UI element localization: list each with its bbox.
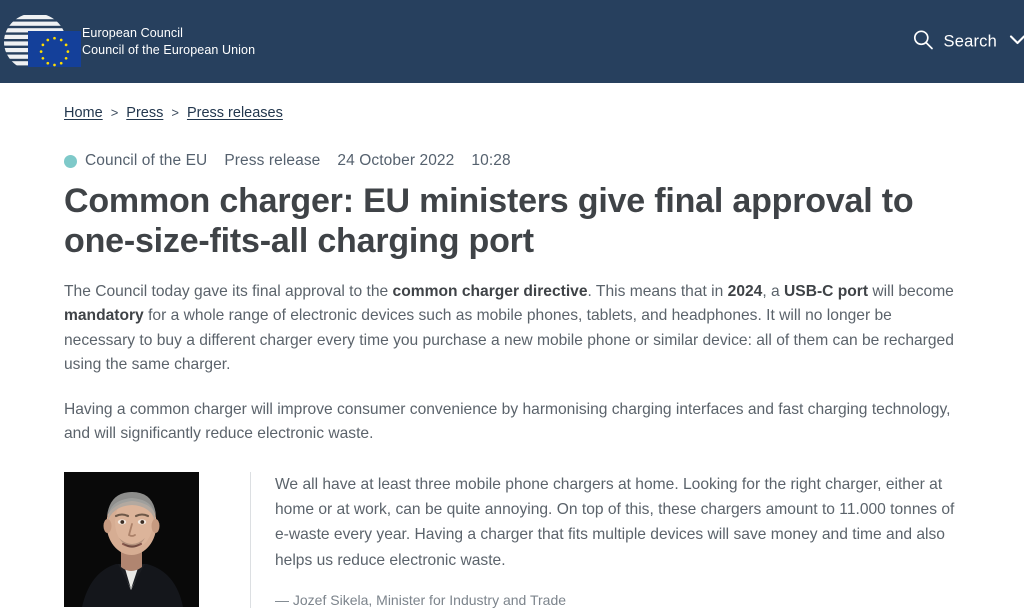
quote-content: We all have at least three mobile phone … [250, 471, 960, 608]
article-paragraph-2: Having a common charger will improve con… [64, 401, 951, 443]
article-meta: Council of the EU Press release 24 Octob… [64, 152, 960, 170]
meta-time: 10:28 [471, 152, 511, 169]
emphasis-text: 2024 [727, 282, 763, 300]
page-content: Home > Press > Press releases Council of… [0, 83, 1024, 608]
article-paragraph-1: The Council today gave its final approva… [64, 282, 954, 373]
search-icon [912, 28, 934, 55]
brand-line-2: Council of the European Union [82, 42, 256, 57]
quote-attribution: — Jozef Sikela, Minister for Industry an… [275, 591, 567, 608]
search-label: Search [943, 32, 997, 50]
category-dot-icon [64, 154, 77, 168]
portrait-image [64, 471, 199, 607]
meta-date: 24 October 2022 [337, 152, 455, 169]
breadcrumb-separator: > [171, 105, 179, 120]
council-europa-building-logo [2, 6, 81, 78]
breadcrumb-item-home[interactable]: Home [64, 105, 103, 121]
emphasis-text: common charger directive [392, 282, 588, 300]
breadcrumb-item-press[interactable]: Press [126, 105, 163, 121]
quote-text: We all have at least three mobile phone … [275, 475, 955, 569]
brand-line-1: European Council [82, 26, 183, 40]
chevron-down-icon[interactable] [1009, 33, 1024, 51]
brand-text: European Council Council of the European… [82, 25, 255, 58]
breadcrumb: Home > Press > Press releases [64, 83, 960, 121]
breadcrumb-separator: > [110, 105, 119, 120]
brand-logo[interactable]: European Council Council of the European… [0, 0, 255, 83]
breadcrumb-item-press-releases[interactable]: Press releases [187, 105, 283, 121]
search-toggle[interactable]: Search [912, 28, 1024, 55]
eu-flag-icon [28, 30, 81, 67]
meta-type: Press release [224, 152, 321, 169]
meta-source: Council of the EU [85, 152, 208, 169]
emphasis-text: mandatory [64, 307, 144, 325]
site-header: European Council Council of the European… [0, 0, 1024, 83]
page-title: Common charger: EU ministers give final … [64, 182, 914, 261]
emphasis-text: USB-C port [784, 282, 869, 300]
pull-quote-block: We all have at least three mobile phone … [64, 471, 960, 608]
